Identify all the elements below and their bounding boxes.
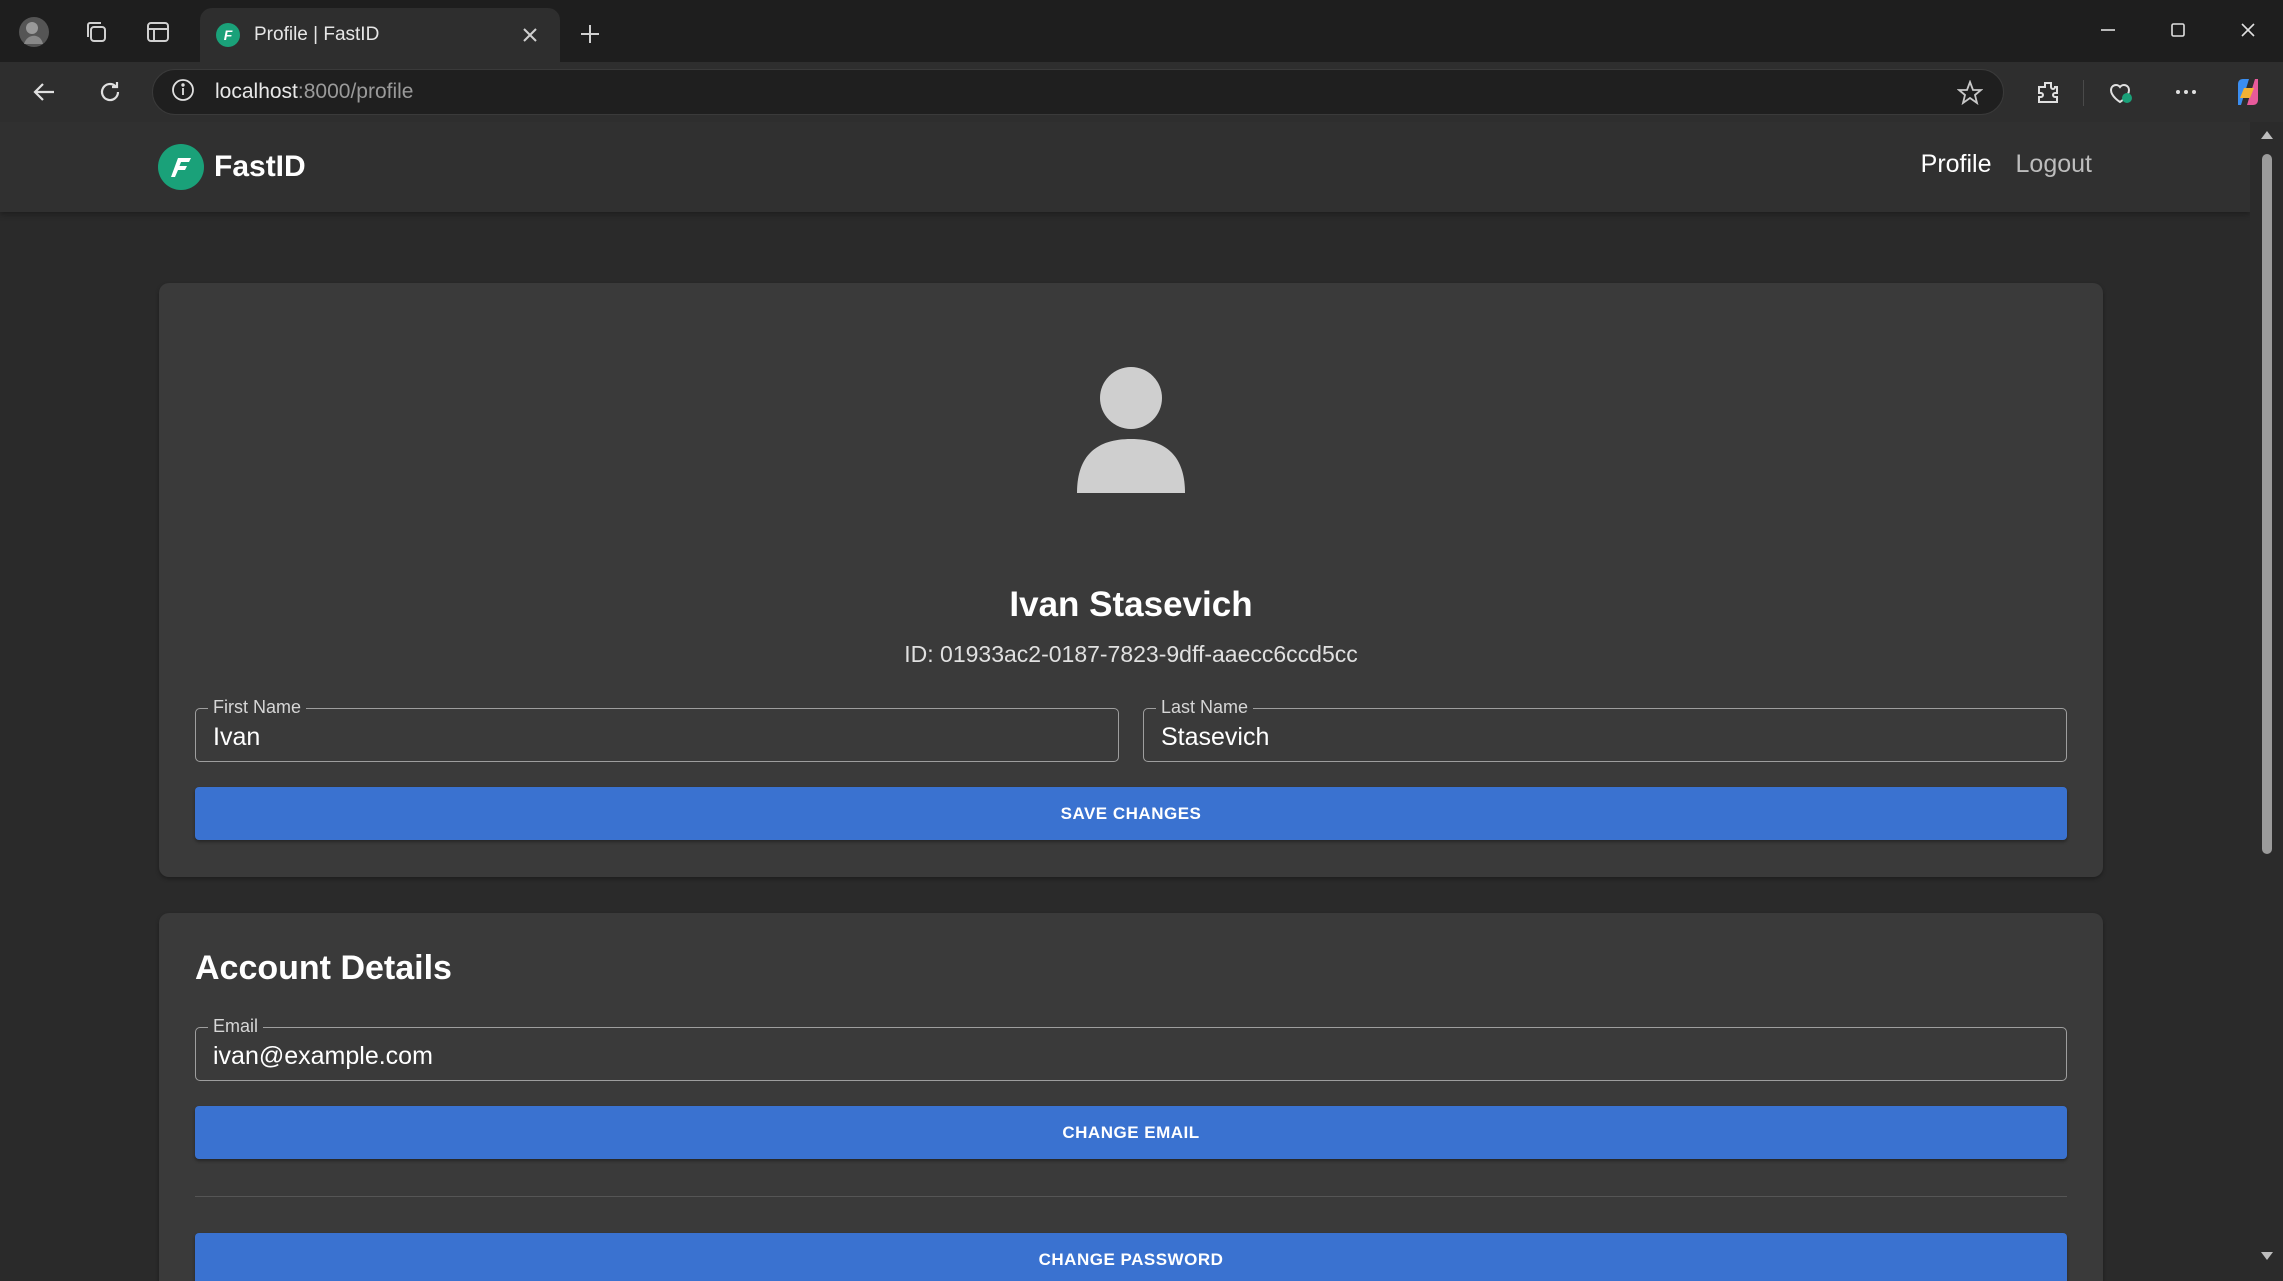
- brand[interactable]: FastID: [158, 144, 306, 190]
- site-info-icon[interactable]: [171, 78, 195, 107]
- nav-profile-link[interactable]: Profile: [1921, 150, 1992, 179]
- last-name-field[interactable]: Last Name Stasevich: [1143, 697, 2067, 762]
- favicon-icon: F: [216, 23, 240, 47]
- close-tab-icon[interactable]: [516, 21, 544, 49]
- browser-toolbar: localhost:8000/profile: [0, 62, 2283, 122]
- scrollbar-thumb[interactable]: [2262, 154, 2272, 854]
- new-tab-icon[interactable]: [572, 16, 608, 52]
- favorite-star-icon[interactable]: [1956, 79, 1984, 106]
- email-field[interactable]: Email ivan@example.com: [195, 1016, 2067, 1081]
- tab-title: Profile | FastID: [254, 24, 380, 45]
- account-details-title: Account Details: [195, 949, 452, 987]
- change-password-button[interactable]: CHANGE PASSWORD: [195, 1233, 2067, 1281]
- last-name-value[interactable]: Stasevich: [1161, 723, 1269, 752]
- email-label: Email: [208, 1016, 264, 1036]
- last-name-label: Last Name: [1156, 697, 1254, 717]
- close-window-icon[interactable]: [2214, 8, 2282, 52]
- app-header: FastID Profile Logout: [0, 122, 2250, 212]
- profile-avatar-icon[interactable]: [16, 14, 52, 50]
- page-scrollbar[interactable]: [2250, 122, 2283, 1281]
- reload-icon[interactable]: [90, 72, 130, 112]
- url-text: localhost:8000/profile: [215, 80, 414, 103]
- first-name-label: First Name: [208, 697, 307, 717]
- profile-user-id: ID: 01933ac2-0187-7823-9dff-aaecc6ccd5cc: [904, 641, 1358, 667]
- email-value[interactable]: ivan@example.com: [213, 1042, 433, 1071]
- back-icon[interactable]: [24, 72, 64, 112]
- vertical-tabs-icon[interactable]: [140, 14, 176, 50]
- scroll-down-arrow-icon[interactable]: [2260, 1249, 2274, 1263]
- page-viewport: FastID Profile Logout Ivan Stasevich ID:…: [0, 122, 2283, 1281]
- address-bar[interactable]: localhost:8000/profile: [152, 69, 2004, 115]
- change-email-button[interactable]: CHANGE EMAIL: [195, 1106, 2067, 1159]
- save-changes-button[interactable]: SAVE CHANGES: [195, 787, 2067, 840]
- scroll-up-arrow-icon[interactable]: [2260, 128, 2274, 142]
- extensions-icon[interactable]: [2028, 72, 2068, 112]
- browser-titlebar: F Profile | FastID: [0, 0, 2283, 62]
- minimize-icon[interactable]: [2074, 8, 2142, 52]
- maximize-icon[interactable]: [2144, 8, 2212, 52]
- workspaces-icon[interactable]: [78, 14, 114, 50]
- browser-tab-active[interactable]: F Profile | FastID: [200, 8, 560, 62]
- fastid-logo-icon: [158, 144, 204, 190]
- account-details-card: Account Details Email ivan@example.com C…: [159, 913, 2103, 1281]
- more-options-icon[interactable]: [2166, 72, 2206, 112]
- first-name-field[interactable]: First Name Ivan: [195, 697, 1119, 762]
- section-divider: [195, 1196, 2067, 1197]
- first-name-value[interactable]: Ivan: [213, 723, 260, 752]
- profile-full-name: Ivan Stasevich: [1009, 585, 1253, 624]
- browser-essentials-icon[interactable]: [2100, 72, 2140, 112]
- user-avatar-icon: [1071, 367, 1191, 493]
- nav-logout-link[interactable]: Logout: [2016, 150, 2092, 179]
- brand-name: FastID: [214, 150, 306, 183]
- main-nav: Profile Logout: [1921, 150, 2092, 179]
- profile-card: Ivan Stasevich ID: 01933ac2-0187-7823-9d…: [159, 283, 2103, 877]
- copilot-icon[interactable]: [2228, 72, 2268, 112]
